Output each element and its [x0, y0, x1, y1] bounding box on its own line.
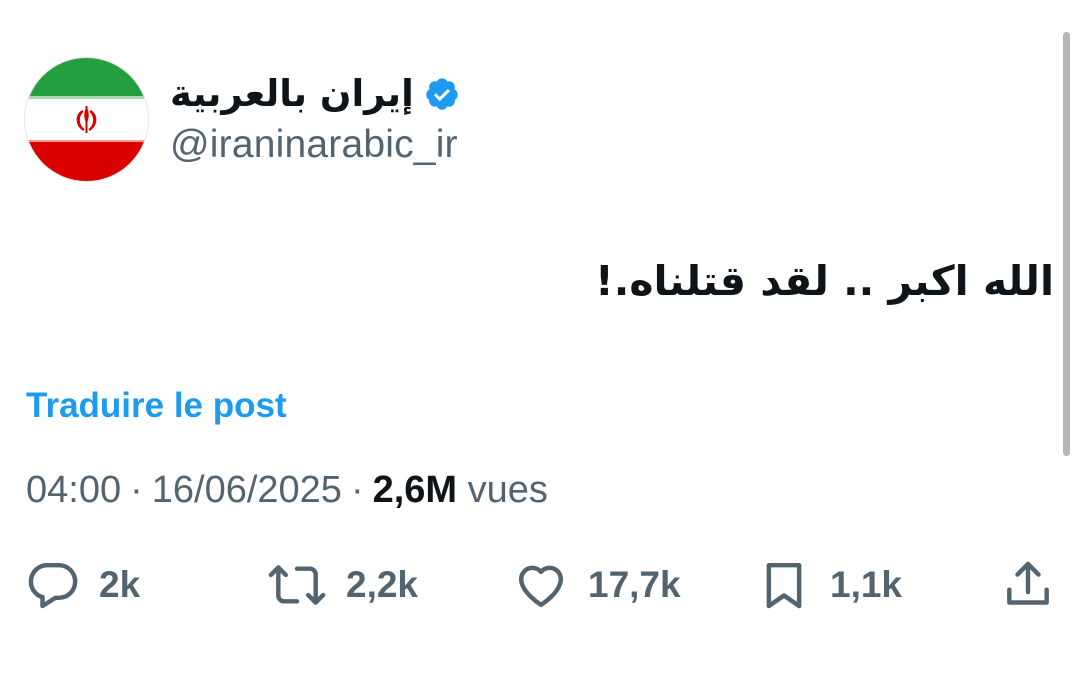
share-button[interactable]	[1000, 555, 1056, 615]
like-button[interactable]: 17,7k	[512, 555, 681, 615]
verified-badge-icon	[426, 78, 458, 110]
tweet-text: الله اكبر .. لقد قتلناه.!	[595, 257, 1054, 305]
repost-icon	[268, 565, 326, 605]
iran-flag-icon	[25, 58, 148, 181]
like-count: 17,7k	[588, 564, 681, 605]
reply-count: 2k	[99, 564, 141, 605]
bookmark-button[interactable]: 1,1k	[756, 555, 902, 615]
repost-button[interactable]: 2,2k	[266, 555, 418, 615]
display-name-row[interactable]: إيران بالعربية	[170, 66, 460, 122]
heart-icon	[518, 565, 564, 608]
meta-separator: ·	[130, 469, 143, 511]
meta-separator: ·	[350, 469, 364, 511]
reply-button[interactable]: 2k	[25, 555, 140, 615]
user-handle[interactable]: @iraninarabic_ir	[170, 122, 458, 168]
tweet-meta: 04:00 · 16/06/2025 · 2,6M vues	[26, 466, 548, 514]
views-label: vues	[467, 469, 548, 511]
bookmark-count: 1,1k	[830, 564, 903, 605]
tweet-time[interactable]: 04:00	[26, 469, 121, 511]
share-icon	[1007, 561, 1049, 605]
bookmark-icon	[766, 562, 802, 609]
translate-link[interactable]: Traduire le post	[26, 384, 287, 428]
reply-icon	[28, 562, 78, 609]
views-count: 2,6M	[372, 469, 458, 511]
repost-count: 2,2k	[346, 564, 419, 605]
scrollbar[interactable]	[1063, 32, 1070, 456]
action-bar: 2k 2,2k 17,7k 1,1k	[0, 555, 1080, 615]
avatar[interactable]	[25, 58, 148, 181]
display-name[interactable]: إيران بالعربية	[170, 66, 414, 122]
tweet-date[interactable]: 16/06/2025	[152, 469, 342, 511]
